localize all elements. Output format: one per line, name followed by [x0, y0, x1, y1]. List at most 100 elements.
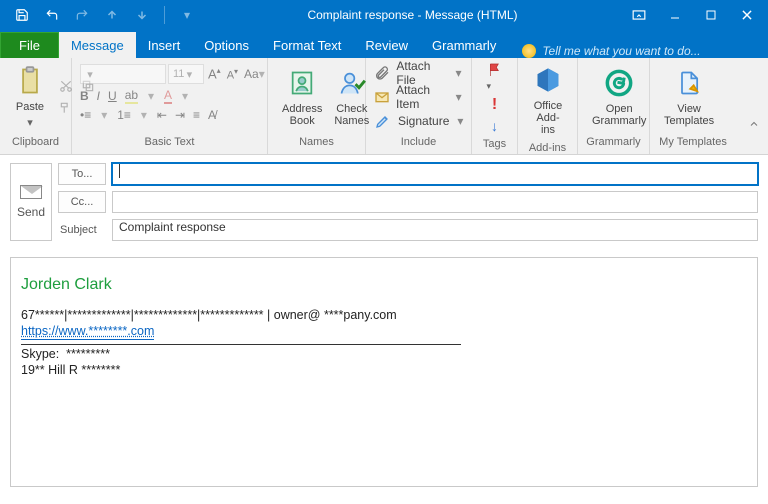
quick-access-toolbar: ▾ — [6, 6, 195, 24]
follow-up-flag-icon[interactable]: ▾ — [487, 62, 503, 92]
paste-icon — [14, 65, 46, 97]
paste-button[interactable]: Paste ▾ — [8, 63, 52, 131]
tab-file[interactable]: File — [0, 32, 59, 58]
group-my-templates: View Templates My Templates — [650, 58, 736, 154]
align-left-icon[interactable]: ≡ — [193, 108, 200, 122]
ribbon-display-options-icon[interactable] — [630, 6, 648, 24]
underline-icon[interactable]: U — [108, 89, 117, 103]
view-templates-label: View Templates — [664, 103, 714, 127]
group-my-templates-label: My Templates — [650, 136, 736, 154]
group-include: Attach File▾ Attach Item▾ Signature▾ Inc… — [366, 58, 472, 154]
address-book-button[interactable]: Address Book — [276, 65, 328, 129]
font-size-combo[interactable]: 11▾ — [168, 64, 204, 84]
maximize-icon[interactable] — [702, 6, 720, 24]
grammarly-icon — [603, 67, 635, 99]
attach-item-button[interactable]: Attach Item▾ — [374, 86, 463, 108]
message-body[interactable]: Jorden Clark 67******|*************|****… — [10, 257, 758, 487]
signature-divider — [21, 344, 461, 345]
minimize-icon[interactable] — [666, 6, 684, 24]
tell-me-placeholder: Tell me what you want to do... — [542, 44, 700, 58]
tab-insert[interactable]: Insert — [136, 32, 193, 58]
group-names: Address Book Check Names Names — [268, 58, 366, 154]
window-controls — [630, 6, 762, 24]
tab-grammarly[interactable]: Grammarly — [420, 32, 508, 58]
group-clipboard-label: Clipboard — [0, 136, 71, 154]
view-templates-button[interactable]: View Templates — [658, 65, 720, 129]
signature-contact-line: 67******|*************|*************|***… — [21, 308, 747, 322]
font-color-icon[interactable]: A — [164, 88, 172, 104]
send-label: Send — [17, 205, 45, 219]
tab-options[interactable]: Options — [192, 32, 261, 58]
send-button[interactable]: Send — [10, 163, 52, 241]
next-item-icon[interactable] — [134, 7, 150, 23]
lightbulb-icon — [522, 44, 536, 58]
close-icon[interactable] — [738, 6, 756, 24]
numbering-icon[interactable]: 1≡ — [117, 108, 131, 122]
signature-skype-line: Skype: ********* — [21, 347, 747, 361]
decrease-indent-icon[interactable]: ⇤ — [157, 108, 167, 122]
signature-button[interactable]: Signature▾ — [374, 110, 465, 132]
to-field[interactable] — [112, 163, 758, 185]
paste-label: Paste — [16, 101, 44, 113]
high-importance-icon[interactable]: ! — [492, 96, 497, 114]
increase-indent-icon[interactable]: ⇥ — [175, 108, 185, 122]
open-grammarly-button[interactable]: Open Grammarly — [586, 65, 652, 129]
clear-formatting-icon[interactable]: A̸ — [208, 108, 216, 122]
save-icon[interactable] — [14, 7, 30, 23]
group-addins-label: Add-ins — [518, 142, 577, 154]
grow-font-icon[interactable]: A▴ — [206, 66, 223, 81]
tab-review[interactable]: Review — [353, 32, 420, 58]
signature-name: Jorden Clark — [21, 276, 747, 294]
chevron-down-icon: ▾ — [25, 117, 35, 129]
shrink-font-icon[interactable]: A▾ — [225, 67, 240, 82]
group-grammarly: Open Grammarly Grammarly — [578, 58, 650, 154]
low-importance-icon[interactable]: ↓ — [491, 118, 498, 134]
subject-field[interactable]: Complaint response — [112, 219, 758, 241]
subject-label: Subject — [58, 224, 106, 236]
check-names-icon — [336, 67, 368, 99]
compose-header: Send To... Cc... Subject Complaint respo… — [0, 155, 768, 249]
paperclip-icon — [374, 64, 390, 82]
signature-url-link[interactable]: https://www.********.com — [21, 324, 154, 338]
group-addins: Office Add-ins Add-ins — [518, 58, 578, 154]
to-button[interactable]: To... — [58, 163, 106, 185]
title-bar: ▾ Complaint response - Message (HTML) — [0, 0, 768, 30]
group-include-label: Include — [366, 136, 471, 154]
change-case-icon[interactable]: Aa▾ — [242, 67, 267, 81]
group-names-label: Names — [268, 136, 365, 154]
window-title: Complaint response - Message (HTML) — [195, 8, 630, 22]
undo-icon[interactable] — [44, 7, 60, 23]
signature-address-line: 19** Hill R ******** — [21, 363, 747, 377]
redo-icon[interactable] — [74, 7, 90, 23]
ribbon-tabs: File Message Insert Options Format Text … — [0, 30, 768, 58]
bold-icon[interactable]: B — [80, 89, 89, 103]
group-basic-text: ▾ 11▾ A▴ A▾ Aa▾ B I U ab▾ A▾ •≡▾ 1≡▾ ⇤ ⇥… — [72, 58, 268, 154]
tab-format-text[interactable]: Format Text — [261, 32, 353, 58]
office-addins-button[interactable]: Office Add-ins — [526, 62, 570, 138]
cc-field[interactable] — [112, 191, 758, 213]
group-grammarly-label: Grammarly — [578, 136, 649, 154]
cc-button[interactable]: Cc... — [58, 191, 106, 213]
group-tags: ▾ ! ↓ Tags — [472, 58, 518, 154]
bullets-icon[interactable]: •≡ — [80, 108, 91, 122]
templates-icon — [673, 67, 705, 99]
signature-icon — [374, 112, 392, 130]
attach-file-button[interactable]: Attach File▾ — [374, 62, 463, 84]
address-book-icon — [286, 67, 318, 99]
envelope-icon — [20, 185, 42, 199]
attach-item-icon — [374, 88, 390, 106]
open-grammarly-label: Open Grammarly — [592, 103, 646, 127]
group-clipboard: Paste ▾ Clipboard — [0, 58, 72, 154]
group-tags-label: Tags — [472, 138, 517, 154]
qat-customize-dropdown-icon[interactable]: ▾ — [179, 7, 195, 23]
address-book-label: Address Book — [282, 103, 322, 127]
tab-message[interactable]: Message — [59, 32, 136, 58]
tell-me-search[interactable]: Tell me what you want to do... — [508, 44, 768, 58]
prev-item-icon[interactable] — [104, 7, 120, 23]
group-basic-text-label: Basic Text — [72, 136, 267, 154]
highlight-icon[interactable]: ab — [125, 88, 138, 104]
collapse-ribbon-icon[interactable] — [748, 118, 762, 132]
italic-icon[interactable]: I — [97, 89, 100, 103]
office-addins-label: Office Add-ins — [532, 100, 564, 136]
font-name-combo[interactable]: ▾ — [80, 64, 166, 84]
